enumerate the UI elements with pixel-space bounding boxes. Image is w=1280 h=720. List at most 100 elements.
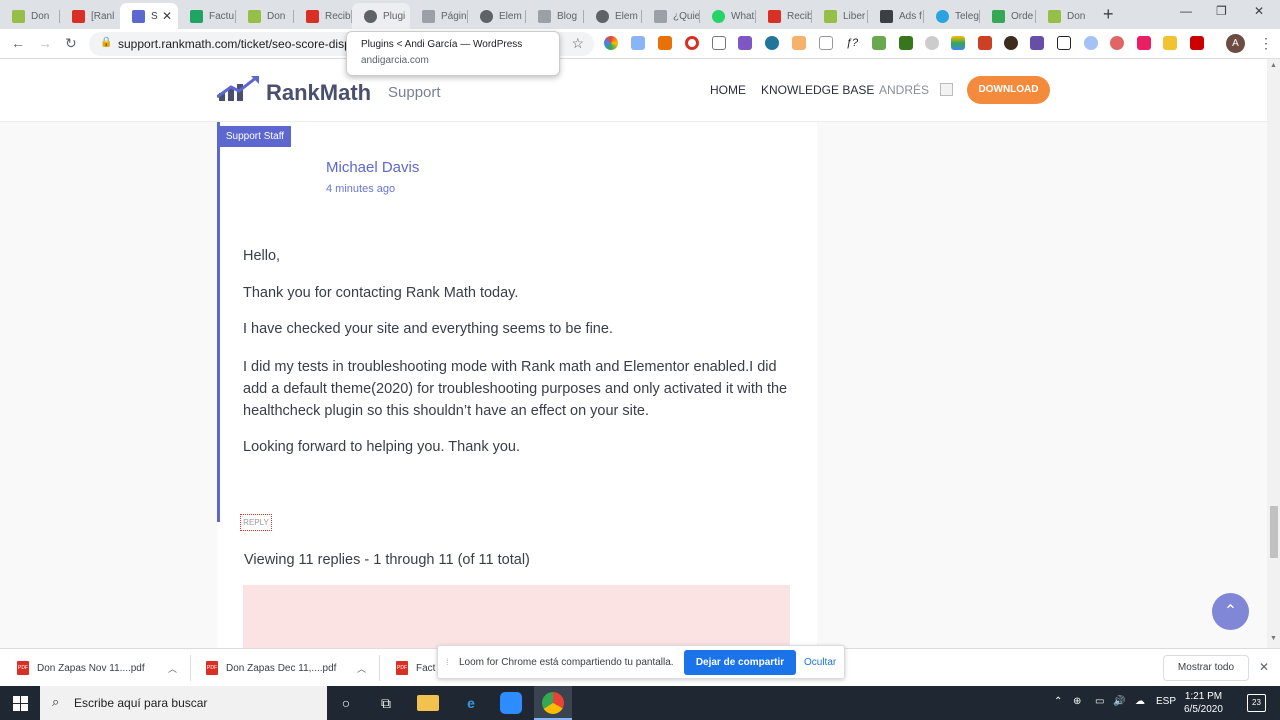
- clock[interactable]: 1:21 PM 6/5/2020: [1184, 690, 1223, 716]
- new-tab-icon[interactable]: +: [1103, 4, 1114, 25]
- scrollbar-thumb[interactable]: [1270, 506, 1278, 558]
- search-placeholder: Escribe aquí para buscar: [74, 696, 208, 710]
- cortana-icon[interactable]: ○: [335, 692, 357, 714]
- close-icon[interactable]: ✕: [1259, 660, 1269, 674]
- browser-tab-active[interactable]: S ✕: [120, 3, 178, 29]
- extension-icon[interactable]: [685, 36, 699, 50]
- windows-start-icon[interactable]: [13, 696, 28, 711]
- reply-author[interactable]: Michael Davis: [326, 159, 419, 176]
- scroll-down-icon[interactable]: ▼: [1270, 635, 1277, 642]
- extension-icon[interactable]: [899, 36, 913, 50]
- download-item[interactable]: PDF Don Zapas Dec 11,....pdf: [206, 661, 336, 675]
- browser-tab-hovered[interactable]: Plugi: [352, 3, 410, 29]
- reply-timestamp[interactable]: 4 minutes ago: [326, 183, 395, 195]
- browser-tab[interactable]: Teleg: [924, 3, 980, 29]
- extension-icon[interactable]: [765, 36, 779, 50]
- extension-icon[interactable]: [1030, 36, 1044, 50]
- notification-center-icon[interactable]: 23: [1247, 694, 1266, 712]
- logo-text[interactable]: RankMath: [266, 80, 371, 106]
- extension-icon[interactable]: [1163, 36, 1177, 50]
- bookmark-star-icon[interactable]: ☆: [571, 35, 584, 52]
- browser-tab[interactable]: Blog: [526, 3, 584, 29]
- chevron-up-icon[interactable]: ⌃: [1054, 696, 1062, 707]
- scroll-to-top-button[interactable]: ⌃: [1212, 593, 1249, 630]
- browser-tab[interactable]: Orde: [980, 3, 1036, 29]
- extension-icon[interactable]: [604, 36, 618, 50]
- cloud-icon[interactable]: ☁: [1135, 696, 1145, 707]
- download-item[interactable]: PDF Fact: [396, 661, 435, 675]
- scroll-up-icon[interactable]: ▲: [1270, 62, 1277, 69]
- forward-icon[interactable]: →: [38, 35, 52, 51]
- nav-home[interactable]: HOME: [710, 83, 746, 97]
- extension-icon[interactable]: [1137, 36, 1151, 50]
- reload-icon[interactable]: ↻: [65, 35, 77, 52]
- task-view-icon[interactable]: ⧉: [375, 692, 397, 714]
- browser-tab[interactable]: Recib: [756, 3, 812, 29]
- drag-handle-icon[interactable]: ⁞: [446, 657, 449, 667]
- browser-tab[interactable]: Págin: [410, 3, 468, 29]
- extension-icon[interactable]: [631, 36, 645, 50]
- extension-icon[interactable]: [1190, 36, 1204, 50]
- extension-icon[interactable]: [819, 36, 833, 50]
- download-item[interactable]: PDF Don Zapas Nov 11....pdf: [17, 661, 145, 675]
- browser-tab[interactable]: Don: [1036, 3, 1092, 29]
- maximize-icon[interactable]: ❐: [1216, 4, 1227, 18]
- nav-user[interactable]: ANDRÉS: [879, 83, 929, 97]
- wordpress-icon: [364, 9, 377, 23]
- browser-tab[interactable]: Recib: [294, 3, 352, 29]
- hide-link[interactable]: Ocultar: [804, 657, 836, 668]
- profile-avatar[interactable]: A: [1226, 34, 1245, 53]
- zoom-icon[interactable]: [500, 692, 522, 714]
- stop-sharing-button[interactable]: Dejar de compartir: [684, 650, 796, 675]
- file-explorer-icon[interactable]: [417, 695, 439, 711]
- extension-icon[interactable]: [925, 36, 939, 50]
- page-viewport: RankMath Support HOME KNOWLEDGE BASE AND…: [0, 59, 1267, 648]
- network-icon[interactable]: ⊕: [1073, 696, 1081, 707]
- browser-tab[interactable]: Elem: [584, 3, 642, 29]
- menu-kebab-icon[interactable]: ⋮: [1259, 35, 1273, 52]
- volume-icon[interactable]: 🔊: [1113, 696, 1125, 707]
- browser-tab[interactable]: Elem: [468, 3, 526, 29]
- tooltip-title: Plugins < Andi García — WordPress: [361, 39, 523, 50]
- taskbar-search[interactable]: ⌕ Escribe aquí para buscar: [40, 686, 327, 720]
- browser-tab[interactable]: What: [700, 3, 756, 29]
- close-window-icon[interactable]: ✕: [1254, 4, 1264, 18]
- broken-image-icon[interactable]: [940, 83, 953, 96]
- minimize-icon[interactable]: —: [1180, 4, 1192, 18]
- reply-link[interactable]: REPLY: [240, 514, 272, 531]
- chevron-up-icon[interactable]: ︿: [168, 662, 177, 675]
- rankmath-logo-icon[interactable]: [217, 75, 261, 103]
- back-icon[interactable]: ←: [11, 35, 25, 51]
- extension-icon[interactable]: [658, 36, 672, 50]
- browser-tab[interactable]: Liber: [812, 3, 868, 29]
- close-tab-icon[interactable]: ✕: [162, 9, 172, 23]
- chrome-taskbar-button[interactable]: [534, 686, 572, 720]
- browser-tab[interactable]: Factu: [178, 3, 236, 29]
- extension-icon[interactable]: [978, 36, 992, 50]
- extension-icon[interactable]: [792, 36, 806, 50]
- extension-icon[interactable]: [712, 36, 726, 50]
- browser-tab[interactable]: [Ranl: [60, 3, 120, 29]
- show-all-downloads-button[interactable]: Mostrar todo: [1163, 655, 1249, 681]
- gmail-icon: [72, 9, 85, 23]
- extension-icon[interactable]: [1004, 36, 1018, 50]
- extension-icon[interactable]: [1084, 36, 1098, 50]
- browser-tab[interactable]: ¿Quie: [642, 3, 700, 29]
- edge-icon[interactable]: e: [460, 692, 482, 714]
- browser-tab[interactable]: Ads f: [868, 3, 924, 29]
- extension-icon[interactable]: [1110, 36, 1124, 50]
- browser-tab[interactable]: Don: [236, 3, 294, 29]
- extension-icon[interactable]: [872, 36, 886, 50]
- nav-knowledge-base[interactable]: KNOWLEDGE BASE: [761, 83, 874, 97]
- extension-icon[interactable]: [738, 36, 752, 50]
- page-scrollbar[interactable]: ▲ ▼: [1267, 59, 1280, 648]
- browser-tab[interactable]: Don: [0, 3, 60, 29]
- language-indicator[interactable]: ESP: [1156, 696, 1176, 707]
- download-button[interactable]: DOWNLOAD: [967, 76, 1050, 104]
- function-extension-icon[interactable]: ƒ?: [845, 36, 859, 50]
- chevron-up-icon[interactable]: ︿: [357, 662, 366, 675]
- extension-icon[interactable]: [1057, 36, 1071, 50]
- drive-extension-icon[interactable]: [951, 36, 965, 50]
- battery-icon[interactable]: ▭: [1095, 696, 1104, 707]
- rankmath-icon: [132, 9, 145, 23]
